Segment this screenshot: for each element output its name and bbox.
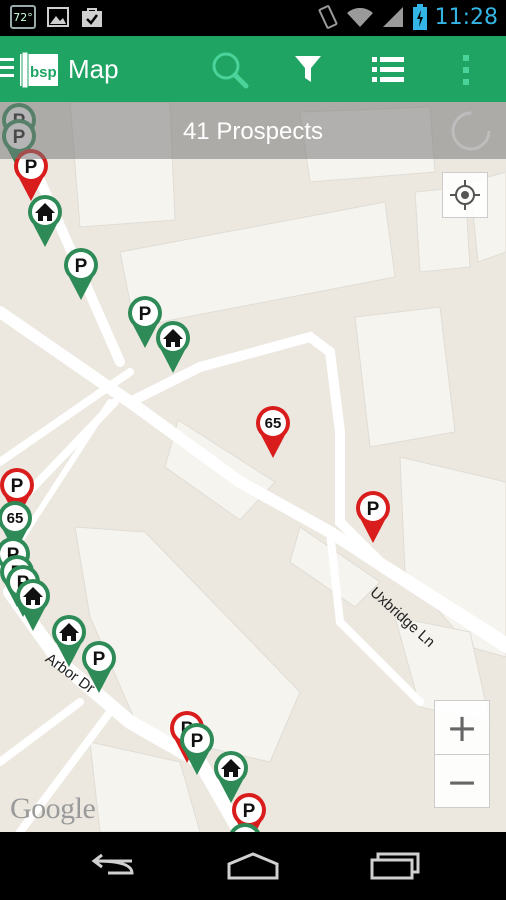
- prospects-banner: 41 Prospects: [0, 102, 506, 159]
- map-view[interactable]: Uxbridge Ln Arbor Dr PPPPP65PP65PPPPPPPP…: [0, 102, 506, 832]
- back-button[interactable]: [72, 844, 152, 888]
- green-prospect-pin[interactable]: P: [226, 822, 264, 832]
- app-bar: bsp Map: [0, 36, 506, 102]
- signal-icon: [382, 7, 403, 27]
- app-logo: bsp: [20, 52, 58, 88]
- back-icon: [91, 853, 134, 875]
- my-location-button[interactable]: [442, 172, 488, 218]
- recents-button[interactable]: [355, 844, 435, 888]
- list-icon: [372, 57, 404, 82]
- vibrate-icon: [318, 5, 338, 29]
- green-prospect-pin[interactable]: [26, 194, 64, 248]
- battery-charging-icon: [412, 4, 427, 30]
- red-prospect-pin[interactable]: 65: [254, 405, 292, 459]
- pin-label: P: [25, 157, 38, 178]
- map-tiles: [0, 102, 506, 832]
- app-title: Map: [68, 54, 119, 84]
- prospects-count: 41 Prospects: [182, 118, 324, 145]
- gallery-icon: [47, 7, 69, 27]
- zoom-in-button[interactable]: +: [435, 701, 489, 755]
- pin-label: P: [139, 304, 152, 325]
- list-view-button[interactable]: [366, 48, 410, 92]
- search-button[interactable]: [208, 48, 252, 92]
- weather-badge: 72°: [10, 5, 36, 29]
- pin-label: 65: [265, 415, 282, 432]
- bag-check-icon: [82, 8, 102, 27]
- pin-label: P: [93, 649, 106, 670]
- overflow-menu-button[interactable]: [444, 48, 488, 92]
- loading-spinner-icon: [451, 111, 491, 151]
- filter-button[interactable]: [286, 48, 330, 92]
- zoom-out-button[interactable]: −: [435, 755, 489, 808]
- crosshair-icon: [450, 180, 480, 210]
- home-icon: [227, 852, 279, 880]
- status-bar: 72° 11:28: [0, 0, 506, 36]
- drawer-icon[interactable]: [0, 58, 14, 78]
- green-prospect-pin[interactable]: [14, 578, 52, 632]
- pin-label: P: [243, 801, 256, 822]
- pin-label: P: [367, 499, 380, 520]
- pin-label: 65: [7, 510, 24, 527]
- wifi-icon: [346, 7, 373, 27]
- green-prospect-pin[interactable]: P: [80, 640, 118, 694]
- search-icon: [212, 52, 249, 89]
- pin-label: P: [191, 731, 204, 752]
- clock: 11:28: [434, 4, 498, 30]
- red-prospect-pin[interactable]: P: [354, 490, 392, 544]
- pin-label: P: [11, 476, 24, 497]
- zoom-controls: + −: [434, 700, 490, 808]
- recents-icon: [370, 852, 420, 880]
- svg-text:bsp: bsp: [30, 64, 57, 81]
- green-prospect-pin[interactable]: [154, 320, 192, 374]
- google-attribution: Google: [10, 792, 96, 825]
- pin-label: P: [75, 256, 88, 277]
- overflow-menu-icon: [463, 55, 469, 85]
- home-button[interactable]: [213, 844, 293, 888]
- green-prospect-pin[interactable]: P: [62, 247, 100, 301]
- green-prospect-pin[interactable]: P: [178, 722, 216, 776]
- system-nav-bar: [0, 832, 506, 900]
- filter-icon: [295, 56, 321, 82]
